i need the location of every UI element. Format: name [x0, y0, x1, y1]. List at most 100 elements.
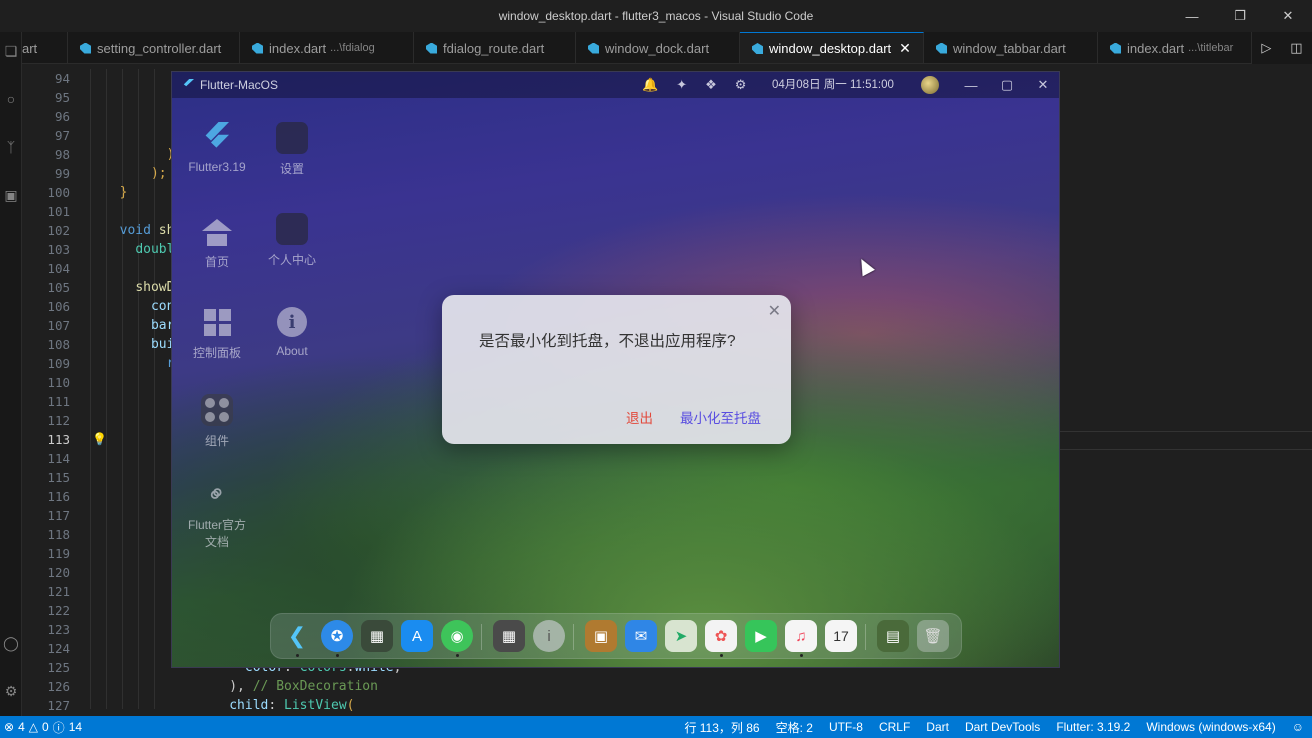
- running-indicator: [800, 654, 803, 657]
- running-indicator: [336, 654, 339, 657]
- minimize-dialog: ✕ 是否最小化到托盘，不退出应用程序? 退出 最小化至托盘: [442, 295, 791, 444]
- app-close-button[interactable]: ✕: [1025, 72, 1059, 98]
- split-editor-icon[interactable]: ◫: [1290, 40, 1302, 56]
- running-indicator: [296, 654, 299, 657]
- photos-icon[interactable]: ✿: [705, 620, 737, 652]
- line-number: 94: [54, 71, 70, 86]
- dock-separator: [573, 624, 574, 650]
- desktop-item-profile[interactable]: 个人中心: [262, 213, 322, 268]
- close-tab-icon[interactable]: ✕: [899, 40, 911, 57]
- messages-icon[interactable]: ◉: [441, 620, 473, 652]
- tab-window-desktop[interactable]: window_desktop.dart ✕: [740, 32, 924, 63]
- safari-compass-icon[interactable]: ✪: [321, 620, 353, 652]
- lightbulb-icon[interactable]: 💡: [92, 432, 107, 446]
- line-number: 119: [47, 546, 70, 561]
- device-selector[interactable]: Windows (windows-x64): [1138, 720, 1283, 734]
- mail-icon[interactable]: ✉: [625, 620, 657, 652]
- app-store-icon[interactable]: A: [401, 620, 433, 652]
- desktop-item-label: Flutter官方: [187, 518, 246, 532]
- flutter-version[interactable]: Flutter: 3.19.2: [1048, 720, 1138, 734]
- extensions-icon[interactable]: ▣: [0, 184, 22, 206]
- desktop-item-label: 首页: [204, 255, 229, 269]
- close-icon[interactable]: ✕: [768, 301, 781, 321]
- flutter-icon: [201, 122, 233, 154]
- app-maximize-button[interactable]: ▢: [989, 72, 1025, 98]
- desktop-item-about[interactable]: i About: [262, 306, 322, 358]
- minimize-window-button[interactable]: —: [1168, 0, 1216, 32]
- tab-setting-controller[interactable]: setting_controller.dart: [68, 32, 240, 63]
- screen: window_desktop.dart - flutter3_macos - V…: [0, 0, 1312, 738]
- desktop-item-dashboard[interactable]: 控制面板: [187, 306, 247, 361]
- error-count[interactable]: 4: [18, 720, 25, 734]
- exit-button[interactable]: 退出: [626, 407, 653, 427]
- desktop-item-widgets[interactable]: 组件: [187, 394, 247, 449]
- restore-window-button[interactable]: ❐: [1216, 0, 1264, 32]
- dart-devtools[interactable]: Dart DevTools: [957, 720, 1048, 734]
- folder-icon[interactable]: ▤: [877, 620, 909, 652]
- dart-file-icon: [252, 42, 263, 54]
- calendar-icon[interactable]: 17: [825, 620, 857, 652]
- vscode-titlebar: window_desktop.dart - flutter3_macos - V…: [0, 0, 1312, 32]
- desktop-item-home[interactable]: 首页: [187, 215, 247, 270]
- settings-gear-icon[interactable]: ⚙: [735, 77, 747, 93]
- desktop-item-flutter[interactable]: Flutter3.19: [187, 122, 247, 174]
- line-number: 127: [47, 698, 70, 713]
- tile-app-icon[interactable]: ▣: [585, 620, 617, 652]
- line-number: 123: [47, 622, 70, 637]
- app-minimize-button[interactable]: —: [953, 72, 989, 98]
- tab-index-titlebar[interactable]: index.dart ...\titlebar: [1098, 32, 1252, 63]
- dock-separator: [481, 624, 482, 650]
- tab-art[interactable]: art: [22, 32, 68, 63]
- manage-gear-icon[interactable]: ⚙: [0, 680, 22, 702]
- launchpad-icon[interactable]: ▦: [361, 620, 393, 652]
- desktop-item-label: 控制面板: [192, 346, 241, 360]
- search-icon[interactable]: ○: [0, 88, 22, 110]
- explorer-icon[interactable]: ❏: [0, 40, 22, 62]
- cursor-position[interactable]: 行 113，列 86: [676, 719, 767, 736]
- line-number: 122: [47, 603, 70, 618]
- info-icon[interactable]: i: [533, 620, 565, 652]
- desktop-item-label: 个人中心: [267, 253, 316, 267]
- line-number: 115: [47, 470, 70, 485]
- minimize-to-tray-button[interactable]: 最小化至托盘: [680, 407, 761, 427]
- facetime-icon[interactable]: ▶: [745, 620, 777, 652]
- tab-window-dock[interactable]: window_dock.dart: [576, 32, 740, 63]
- home-icon: [201, 215, 233, 247]
- tab-index-fdialog[interactable]: index.dart ...\fdialog: [240, 32, 414, 63]
- line-ending[interactable]: CRLF: [871, 720, 918, 734]
- encoding[interactable]: UTF-8: [821, 720, 871, 734]
- app-datetime: 04月08日 周一 11:51:00: [772, 79, 894, 91]
- desktop-item-settings[interactable]: 设置: [262, 122, 322, 177]
- line-number: 103: [47, 242, 70, 257]
- activity-bar: ❏ ○ ᛉ ▣ ◯ ⚙: [0, 32, 22, 716]
- dashboard-grid-icon: [201, 306, 233, 338]
- error-icon: ⊗: [4, 720, 15, 734]
- tab-path-hint: ...\titlebar: [1188, 42, 1234, 54]
- info-count[interactable]: 14: [69, 720, 82, 734]
- tab-fdialog-route[interactable]: fdialog_route.dart: [414, 32, 576, 63]
- maps-icon[interactable]: ➤: [665, 620, 697, 652]
- run-icon[interactable]: ▷: [1261, 40, 1271, 56]
- warning-count[interactable]: 0: [42, 720, 49, 734]
- trash-icon[interactable]: 🗑: [917, 620, 949, 652]
- editor-tabs: art setting_controller.dart index.dart .…: [22, 32, 1312, 64]
- flutter-icon[interactable]: ❮: [281, 620, 313, 652]
- indentation[interactable]: 空格: 2: [768, 719, 821, 736]
- pin-icon[interactable]: ❖: [705, 77, 717, 93]
- close-window-button[interactable]: ✕: [1264, 0, 1312, 32]
- tab-window-tabbar[interactable]: window_tabbar.dart: [924, 32, 1098, 63]
- feedback-icon[interactable]: ☺: [1284, 720, 1312, 734]
- desktop-item-docs[interactable]: ⚭ Flutter官方 文档: [182, 477, 252, 550]
- magic-wand-icon[interactable]: ✦: [676, 77, 687, 93]
- music-icon[interactable]: ♫: [785, 620, 817, 652]
- tab-label: setting_controller.dart: [97, 40, 222, 56]
- editor-actions: ▷ ◫: [1252, 32, 1312, 64]
- widgets-icon[interactable]: ▦: [493, 620, 525, 652]
- source-control-icon[interactable]: ᛉ: [0, 136, 22, 158]
- language-mode[interactable]: Dart: [918, 720, 957, 734]
- tab-label: art: [22, 40, 38, 56]
- bell-icon[interactable]: 🔔: [642, 77, 658, 93]
- desktop-item-label: About: [276, 344, 308, 358]
- account-icon[interactable]: ◯: [0, 632, 22, 654]
- avatar[interactable]: [921, 76, 939, 94]
